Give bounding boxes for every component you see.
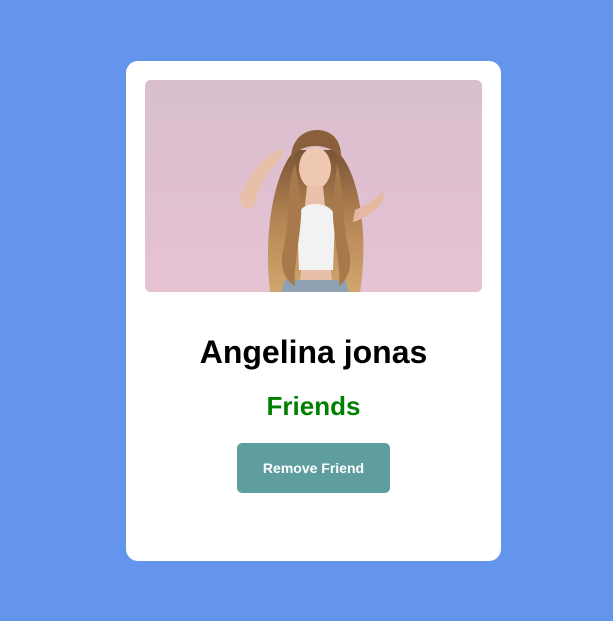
remove-friend-button[interactable]: Remove Friend	[237, 443, 390, 493]
profile-photo	[145, 80, 482, 292]
friend-status: Friends	[266, 391, 361, 421]
profile-name: Angelina jonas	[199, 334, 428, 370]
profile-card: Angelina jonas Friends Remove Friend	[126, 61, 501, 561]
